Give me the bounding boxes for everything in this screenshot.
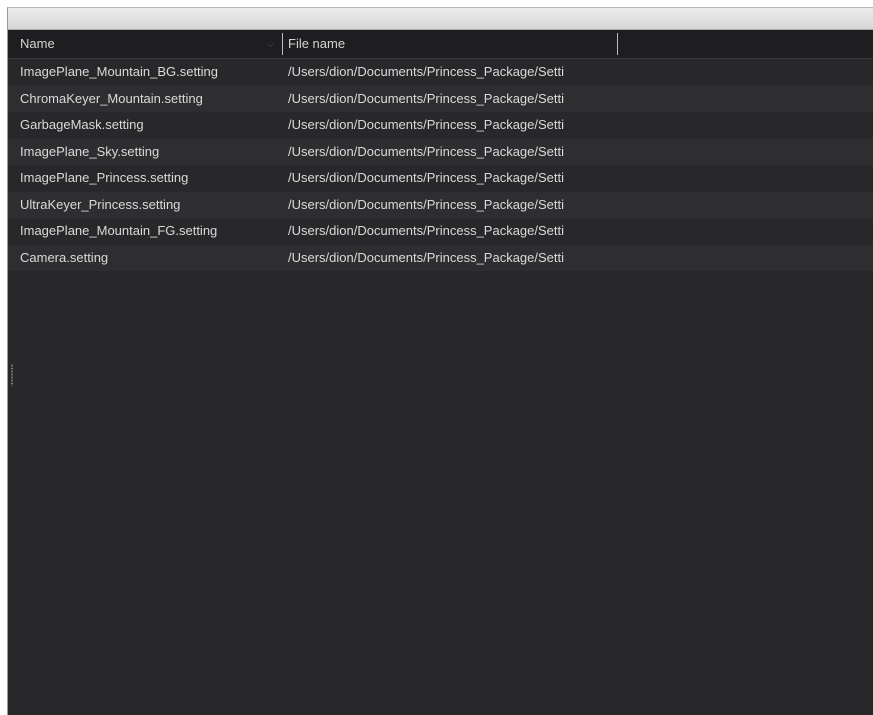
row-file-cell: /Users/dion/Documents/Princess_Package/S… bbox=[288, 64, 565, 79]
window-titlebar[interactable] bbox=[8, 8, 873, 30]
table-row[interactable]: ChromaKeyer_Mountain.setting /Users/dion… bbox=[8, 85, 873, 112]
column-resize-handle[interactable] bbox=[617, 33, 618, 55]
settings-list-window: Name ⌵ File name ImagePlane_Mountain_BG.… bbox=[7, 7, 873, 715]
table-header: Name ⌵ File name bbox=[8, 30, 873, 59]
column-resize-handle[interactable] bbox=[282, 33, 283, 55]
table-row[interactable]: GarbageMask.setting /Users/dion/Document… bbox=[8, 112, 873, 139]
table-row[interactable]: ImagePlane_Princess.setting /Users/dion/… bbox=[8, 165, 873, 192]
row-file-cell: /Users/dion/Documents/Princess_Package/S… bbox=[288, 196, 565, 212]
row-name-cell: ImagePlane_Sky.setting bbox=[20, 143, 160, 159]
column-header-name[interactable]: Name bbox=[20, 30, 270, 58]
row-file-cell: /Users/dion/Documents/Princess_Package/S… bbox=[288, 143, 565, 159]
row-name-cell: ImagePlane_Mountain_BG.setting bbox=[20, 64, 219, 79]
row-file-cell: /Users/dion/Documents/Princess_Package/S… bbox=[288, 249, 565, 265]
table-row[interactable]: ImagePlane_Mountain_FG.setting /Users/di… bbox=[8, 218, 873, 245]
row-name-cell: ChromaKeyer_Mountain.setting bbox=[20, 90, 203, 106]
table-row[interactable]: ImagePlane_Sky.setting /Users/dion/Docum… bbox=[8, 138, 873, 165]
row-name-cell: ImagePlane_Mountain_FG.setting bbox=[20, 223, 218, 238]
resize-grip-icon[interactable] bbox=[11, 364, 13, 386]
row-file-cell: /Users/dion/Documents/Princess_Package/S… bbox=[288, 223, 565, 238]
row-file-cell: /Users/dion/Documents/Princess_Package/S… bbox=[288, 170, 565, 185]
row-file-cell: /Users/dion/Documents/Princess_Package/S… bbox=[288, 117, 565, 132]
row-name-cell: GarbageMask.setting bbox=[20, 117, 144, 132]
row-name-cell: Camera.setting bbox=[20, 249, 109, 265]
table-row[interactable]: UltraKeyer_Princess.setting /Users/dion/… bbox=[8, 191, 873, 218]
column-header-file-name[interactable]: File name bbox=[288, 30, 618, 58]
settings-table-body: ImagePlane_Mountain_BG.setting /Users/di… bbox=[8, 59, 873, 271]
row-name-cell: UltraKeyer_Princess.setting bbox=[20, 196, 181, 212]
row-file-cell: /Users/dion/Documents/Princess_Package/S… bbox=[288, 90, 565, 106]
table-row[interactable]: ImagePlane_Mountain_BG.setting /Users/di… bbox=[8, 59, 873, 86]
row-name-cell: ImagePlane_Princess.setting bbox=[20, 170, 189, 185]
table-row[interactable]: Camera.setting /Users/dion/Documents/Pri… bbox=[8, 244, 873, 271]
chevron-down-icon[interactable]: ⌵ bbox=[267, 39, 274, 49]
